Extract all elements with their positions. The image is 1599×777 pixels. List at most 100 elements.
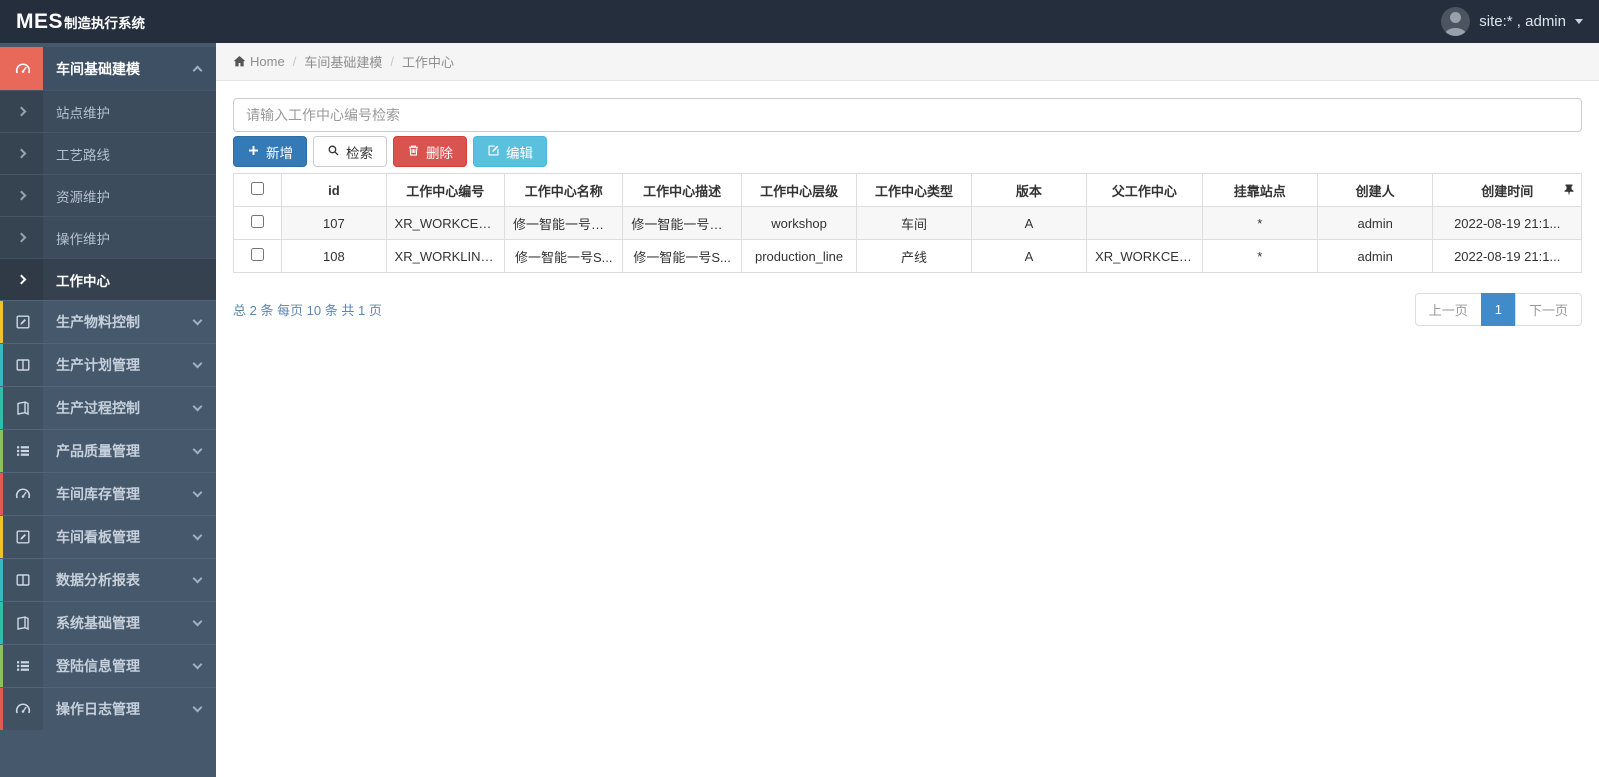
sidebar-item-label: 工艺路线 [56,147,110,163]
table-cell: admin [1316,206,1434,240]
column-header-工作中心名称[interactable]: 工作中心名称 [503,173,624,207]
breadcrumb-item[interactable]: Home [250,54,285,69]
gauge-icon [0,473,43,515]
user-label: site:* , admin [1479,13,1566,30]
user-menu[interactable]: site:* , admin [1441,7,1583,36]
column-header-id[interactable]: id [281,173,387,207]
table-cell: workshop [740,206,858,240]
button-label: 删除 [426,145,453,161]
select-all-checkbox[interactable] [251,182,265,195]
sidebar-group-label: 车间看板管理 [56,529,140,545]
columns-icon [0,344,43,386]
app-logo-bold: MES [16,9,64,33]
table-row[interactable]: 108 XR_WORKLINE... 修一智能一号S... 修一智能一号S... pro… [232,239,1582,273]
sidebar-group[interactable]: 生产过程控制 [0,386,216,429]
sidebar-group[interactable]: 登陆信息管理 [0,644,216,687]
search-icon [327,144,340,160]
sidebar-item-操作维护[interactable]: 操作维护 [0,216,216,258]
work-center-table: id 工作中心编号 工作中心名称 工作中心描述 工作中心层级 工作中心类型 版本 父工作中心挂… [232,173,1582,273]
table-cell: 修一智能一号S... [622,239,742,273]
breadcrumb-item[interactable]: 车间基础建模 [304,52,382,71]
sidebar-group-label: 操作日志管理 [56,701,140,717]
table-cell [1086,206,1203,240]
select-all-header-cell [232,173,283,207]
sidebar-item-工艺路线[interactable]: 工艺路线 [0,132,216,174]
sidebar-group[interactable]: 生产物料控制 [0,300,216,343]
sidebar-submenu: 站点维护工艺路线资源维护操作维护 工作中心 [0,90,216,300]
edit-icon [487,144,500,160]
column-header-工作中心编号[interactable]: 工作中心编号 [385,173,505,207]
edit-button[interactable]: 编辑 [473,136,547,167]
sidebar-group[interactable]: 数据分析报表 [0,558,216,601]
chevron-down-icon [192,473,203,515]
sidebar-group[interactable]: 车间库存管理 [0,472,216,515]
pagination-page-1-button[interactable]: 1 [1480,293,1516,326]
sidebar-group-label: 生产过程控制 [56,400,140,416]
pagination-prev-button[interactable]: 上一页 [1414,293,1482,326]
gauge-icon [0,688,43,730]
chevron-down-icon [192,344,203,386]
sidebar-group-label: 数据分析报表 [56,572,140,588]
app-logo: MES 制造执行系统 [16,10,145,34]
chevron-down-icon [192,301,203,343]
breadcrumb: Home / 车间基础建模 / 工作中心 [216,43,1599,81]
chevron-right-icon [0,217,43,258]
sidebar-group[interactable]: 车间看板管理 [0,515,216,558]
table-cell: 2022-08-19 21:1... [1432,206,1582,240]
chevron-down-icon [192,559,203,601]
columns-icon [0,559,43,601]
column-header-工作中心类型[interactable]: 工作中心类型 [856,173,972,207]
sidebar-group[interactable]: 操作日志管理 [0,687,216,730]
column-header-父工作中心[interactable]: 父工作中心 [1086,173,1203,207]
row-checkbox[interactable] [251,215,265,228]
sidebar-item-label: 站点维护 [56,105,110,121]
sidebar-group[interactable]: 生产计划管理 [0,343,216,386]
sidebar-group[interactable]: 系统基础管理 [0,601,216,644]
add-button[interactable]: 新增 [233,136,307,167]
app-logo-suffix: 制造执行系统 [64,15,146,31]
button-label: 编辑 [506,145,533,161]
sidebar-item-资源维护[interactable]: 资源维护 [0,174,216,216]
column-header-创建人[interactable]: 创建人 [1316,173,1434,207]
main-area: Home / 车间基础建模 / 工作中心 新增 检索 删除 编辑 id工作中心编号工作中心名称… [216,43,1599,777]
search-input[interactable] [233,98,1582,132]
sidebar-group[interactable]: 产品质量管理 [0,429,216,472]
table-row[interactable]: 107 XR_WORKCEN... 修一智能一号车间 修一智能一号车间 workshop… [232,206,1582,240]
table-cell: XR_WORKLINE... [385,239,505,273]
sidebar-item-站点维护[interactable]: 站点维护 [0,90,216,132]
book-icon [0,387,43,429]
sidebar-menu: 车间基础建模站点维护工艺路线资源维护操作维护 工作中心 生产物料控制 生产计划管理生产… [0,47,216,730]
search-button[interactable]: 检索 [313,136,387,167]
column-header-挂靠站点[interactable]: 挂靠站点 [1201,173,1318,207]
sidebar-group-label: 系统基础管理 [56,615,140,631]
plus-icon [247,144,260,160]
row-checkbox[interactable] [251,248,265,261]
column-header-工作中心描述[interactable]: 工作中心描述 [622,173,742,207]
column-header-工作中心层级[interactable]: 工作中心层级 [740,173,858,207]
content-panel: 新增 检索 删除 编辑 id工作中心编号工作中心名称工作中心描述工作中心层级工作中心类… [216,81,1599,343]
toolbar: 新增 检索 删除 编辑 [233,136,1582,167]
table-header-row: id 工作中心编号 工作中心名称 工作中心描述 工作中心层级 工作中心类型 版本 父工作中心挂… [232,173,1582,207]
table-cell: A [970,206,1088,240]
column-header-创建时间[interactable]: 创建时间 [1432,173,1582,207]
row-select-cell [232,239,283,273]
table-cell: * [1201,206,1318,240]
table-cell: admin [1316,239,1434,273]
chevron-down-icon [192,516,203,558]
top-navbar: MES 制造执行系统 site:* , admin [0,0,1599,43]
sidebar-item-工作中心[interactable]: 工作中心 [0,258,216,300]
sidebar-item-label: 资源维护 [56,189,110,205]
sidebar-group-label: 登陆信息管理 [56,658,140,674]
home-icon [233,55,246,68]
list-icon [0,430,43,472]
sidebar-group[interactable]: 车间基础建模 [0,47,216,90]
table-cell: production_line [740,239,858,273]
column-header-版本[interactable]: 版本 [970,173,1088,207]
delete-button[interactable]: 删除 [393,136,467,167]
breadcrumb-separator: / [292,54,297,69]
table-cell: 产线 [856,239,972,273]
pagination-next-button[interactable]: 下一页 [1514,293,1582,326]
trash-icon [407,144,420,160]
table-cell: XR_WORKCEN... [385,206,505,240]
breadcrumb-separator: / [390,54,394,69]
